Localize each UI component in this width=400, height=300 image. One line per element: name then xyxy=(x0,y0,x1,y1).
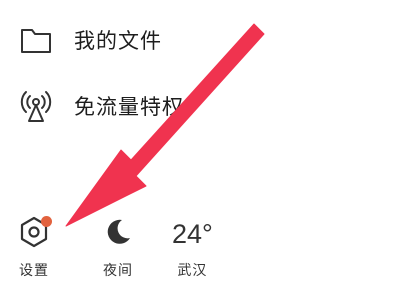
settings-label: 设置 xyxy=(19,263,49,279)
temperature-text: 24° xyxy=(172,219,213,249)
weather-widget[interactable]: 24° 武汉 xyxy=(172,216,213,280)
notification-badge xyxy=(41,216,52,227)
broadcast-tower-icon xyxy=(18,88,54,124)
menu-item-label: 免流量特权 xyxy=(74,95,184,119)
moon-icon xyxy=(103,217,133,251)
city-label: 武汉 xyxy=(177,263,208,279)
menu-item-free-data[interactable]: 免流量特权 xyxy=(18,84,184,128)
menu-item-my-files[interactable]: 我的文件 xyxy=(18,18,162,62)
night-mode-label: 夜间 xyxy=(103,263,133,279)
folder-icon xyxy=(18,22,54,58)
menu-item-label: 我的文件 xyxy=(74,29,162,53)
settings-button[interactable]: 设置 xyxy=(14,216,54,280)
night-mode-button[interactable]: 夜间 xyxy=(98,216,138,280)
